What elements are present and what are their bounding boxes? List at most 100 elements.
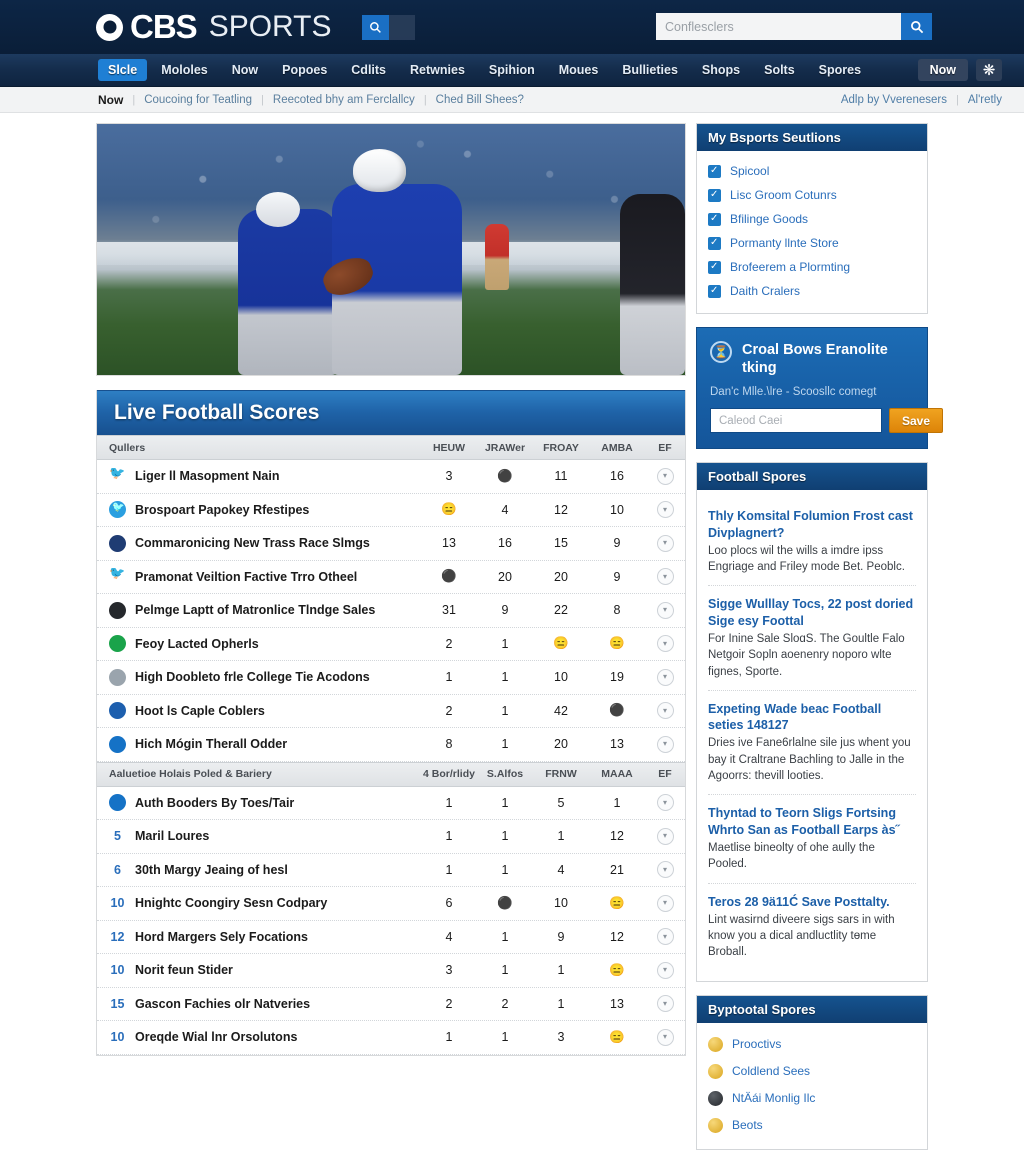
row-stat-1: 2 bbox=[501, 996, 509, 1011]
news-item[interactable]: Sigge Wulllay Tocs, 22 post doried Sige … bbox=[708, 586, 916, 691]
table-row[interactable]: Hoot ls Caple Coblers 2 1 42 ⚫ ▾ bbox=[97, 694, 685, 728]
star-icon[interactable]: ❋ bbox=[976, 59, 1002, 81]
nav-item-3[interactable]: Popoes bbox=[272, 59, 337, 81]
subnav-right-link-1[interactable]: Al'retly bbox=[968, 94, 1002, 106]
subnav-link-0[interactable]: Coucoing for Teatling bbox=[144, 94, 252, 106]
mini-search-button[interactable] bbox=[361, 14, 389, 40]
subnav-right-link-0[interactable]: Adlp by Vverenesers bbox=[841, 94, 947, 106]
nav-item-10[interactable]: Solts bbox=[754, 59, 805, 81]
promo-input[interactable] bbox=[710, 408, 882, 434]
score-group-header: Aaluetioe Holais Poled & Bariery 4 Bor/rl… bbox=[97, 761, 685, 787]
table-row[interactable]: Commaronicing New Trass Race Slmgs 13 16 15… bbox=[97, 527, 685, 561]
nav-now-button[interactable]: Now bbox=[917, 59, 968, 81]
cbs-sports-logo[interactable]: CBS SPORTS bbox=[96, 8, 332, 46]
subnav-link-1[interactable]: Reecoted bhy am Ferclallcy bbox=[273, 94, 415, 106]
table-row[interactable]: Feoy Lacted Opherls 2 1 😑 😑 ▾ bbox=[97, 627, 685, 661]
mini-search-pill[interactable] bbox=[388, 14, 415, 40]
row-label: Feoy Lacted Opherls bbox=[135, 636, 259, 651]
news-headline[interactable]: Thyntad to Teorn Sligs Fortsing Whrto Sa… bbox=[708, 805, 916, 838]
chevron-down-icon[interactable]: ▾ bbox=[656, 635, 674, 653]
chevron-down-icon[interactable]: ▾ bbox=[656, 735, 674, 753]
checkbox-checked-icon[interactable] bbox=[708, 212, 721, 226]
nav-item-5[interactable]: Retwnies bbox=[400, 59, 475, 81]
news-item[interactable]: Thly Komsital Folumion Frost cast Divpla… bbox=[708, 498, 916, 587]
section-checkbox-row-4[interactable]: Brofeerem a Plormting bbox=[708, 255, 916, 279]
nav-item-1[interactable]: Mololes bbox=[151, 59, 218, 81]
table-row[interactable]: Pramonat Veiltion Factive Trro Otheel ⚫ 20… bbox=[97, 560, 685, 594]
section-checkbox-row-3[interactable]: Pormanty llnte Store bbox=[708, 231, 916, 255]
subnav-link-2[interactable]: Ched Bill Shees? bbox=[436, 94, 524, 106]
table-row[interactable]: 10 Oreqde Wial lnr Orsolutons 1 1 3 😑 ▾ bbox=[97, 1021, 685, 1055]
chevron-down-icon[interactable]: ▾ bbox=[656, 894, 674, 912]
table-row[interactable]: Hich Mógin Therall Odder 8 1 20 13 ▾ bbox=[97, 728, 685, 762]
table-row[interactable]: Brospoart Papokey Rfestipes 😑 4 12 10 ▾ bbox=[97, 493, 685, 527]
section-checkbox-row-0[interactable]: Spicool bbox=[708, 159, 916, 183]
table-row[interactable]: 15 Gascon Fachies olr Natveries 2 2 1 13 ▾ bbox=[97, 987, 685, 1021]
row-label: 30th Margy Jeaing of hesl bbox=[135, 862, 288, 877]
search-submit-button[interactable] bbox=[901, 13, 932, 40]
news-headline[interactable]: Thly Komsital Folumion Frost cast Divpla… bbox=[708, 508, 916, 541]
sections-list: Spicool Lisc Groom Cotunrs Bfilinge Goods P… bbox=[697, 151, 927, 313]
chevron-down-icon[interactable]: ▾ bbox=[656, 961, 674, 979]
chevron-down-icon[interactable]: ▾ bbox=[656, 995, 674, 1013]
chevron-down-icon[interactable]: ▾ bbox=[656, 861, 674, 879]
table-row[interactable]: 10 Norit feun Stider 3 1 1 😑 ▾ bbox=[97, 954, 685, 988]
nav-item-2[interactable]: Now bbox=[222, 59, 268, 81]
chevron-down-icon[interactable]: ▾ bbox=[656, 702, 674, 720]
column-header-1: JRAWer bbox=[484, 441, 526, 454]
chevron-down-icon[interactable]: ▾ bbox=[656, 827, 674, 845]
list-item[interactable]: Beots bbox=[708, 1112, 916, 1139]
chevron-down-icon[interactable]: ▾ bbox=[656, 568, 674, 586]
nav-item-11[interactable]: Spores bbox=[809, 59, 871, 81]
row-stat-1: 1 bbox=[501, 737, 509, 752]
nav-item-7[interactable]: Moues bbox=[549, 59, 609, 81]
save-button[interactable]: Save bbox=[889, 408, 944, 434]
checkbox-checked-icon[interactable] bbox=[708, 236, 721, 250]
list-item[interactable]: Prooctivs bbox=[708, 1031, 916, 1058]
news-headline[interactable]: Sigge Wulllay Tocs, 22 post doried Sige … bbox=[708, 596, 916, 629]
news-item[interactable]: Teros 28 9ä11Ć Save Posttalty. Lint wasir… bbox=[708, 884, 916, 971]
section-checkbox-row-2[interactable]: Bfilinge Goods bbox=[708, 207, 916, 231]
chevron-down-icon[interactable]: ▾ bbox=[656, 467, 674, 485]
table-row[interactable]: 12 Hord Margers Sely Focations 4 1 9 12 ▾ bbox=[97, 920, 685, 954]
chevron-down-icon[interactable]: ▾ bbox=[656, 1028, 674, 1046]
list-item[interactable]: NtÄái Monlig Ilc bbox=[708, 1085, 916, 1112]
nav-item-4[interactable]: Cdlits bbox=[341, 59, 396, 81]
checkbox-checked-icon[interactable] bbox=[708, 284, 721, 298]
row-name-cell: 5 Maril Loures bbox=[97, 829, 421, 843]
list-item[interactable]: Coldlend Sees bbox=[708, 1058, 916, 1085]
row-action-cell: ▾ bbox=[645, 702, 685, 720]
chevron-down-icon[interactable]: ▾ bbox=[656, 534, 674, 552]
table-row[interactable]: 5 Maril Loures 1 1 1 12 ▾ bbox=[97, 820, 685, 854]
checkbox-checked-icon[interactable] bbox=[708, 260, 721, 274]
row-stat-2: 20 bbox=[554, 569, 568, 584]
table-row[interactable]: Auth Booders By Toes/Tair 1 1 5 1 ▾ bbox=[97, 786, 685, 820]
section-checkbox-row-5[interactable]: Daith Cralers bbox=[708, 279, 916, 303]
checkbox-checked-icon[interactable] bbox=[708, 164, 721, 178]
nav-item-6[interactable]: Spihion bbox=[479, 59, 545, 81]
table-row[interactable]: 6 30th Margy Jeaing of hesl 1 1 4 21 ▾ bbox=[97, 853, 685, 887]
chevron-down-icon[interactable]: ▾ bbox=[656, 601, 674, 619]
section-checkbox-row-1[interactable]: Lisc Groom Cotunrs bbox=[708, 183, 916, 207]
news-headline[interactable]: Teros 28 9ä11Ć Save Posttalty. bbox=[708, 894, 916, 910]
chevron-down-icon[interactable]: ▾ bbox=[656, 668, 674, 686]
news-headline[interactable]: Expeting Wade beac Football seties 14812… bbox=[708, 701, 916, 734]
nav-item-9[interactable]: Shops bbox=[692, 59, 750, 81]
chevron-down-icon[interactable]: ▾ bbox=[656, 794, 674, 812]
search-input[interactable] bbox=[656, 13, 901, 40]
chevron-down-icon[interactable]: ▾ bbox=[656, 928, 674, 946]
news-item[interactable]: Thyntad to Teorn Sligs Fortsing Whrto Sa… bbox=[708, 795, 916, 884]
news-item[interactable]: Expeting Wade beac Football seties 14812… bbox=[708, 691, 916, 796]
subnav-separator: | bbox=[261, 93, 264, 106]
row-stat-3: 12 bbox=[610, 929, 624, 944]
chevron-down-icon[interactable]: ▾ bbox=[656, 501, 674, 519]
table-row[interactable]: Liger ll Masopment Nain 3 ⚫ 11 16 ▾ bbox=[97, 460, 685, 494]
checkbox-checked-icon[interactable] bbox=[708, 188, 721, 202]
hero-photo[interactable] bbox=[96, 123, 686, 376]
nav-item-8[interactable]: Bullieties bbox=[612, 59, 688, 81]
table-row[interactable]: 10 Hnightc Coongiry Sesn Codpary 6 ⚫ 10 😑 ▾ bbox=[97, 887, 685, 921]
table-row[interactable]: Pelmge Laptt of Matronlice Tlndge Sales 3… bbox=[97, 594, 685, 628]
table-row[interactable]: High Doobleto frle College Tie Acodons 1 1… bbox=[97, 661, 685, 695]
nav-item-0[interactable]: Slcle bbox=[98, 59, 148, 81]
twitter-circle-icon bbox=[109, 501, 126, 519]
